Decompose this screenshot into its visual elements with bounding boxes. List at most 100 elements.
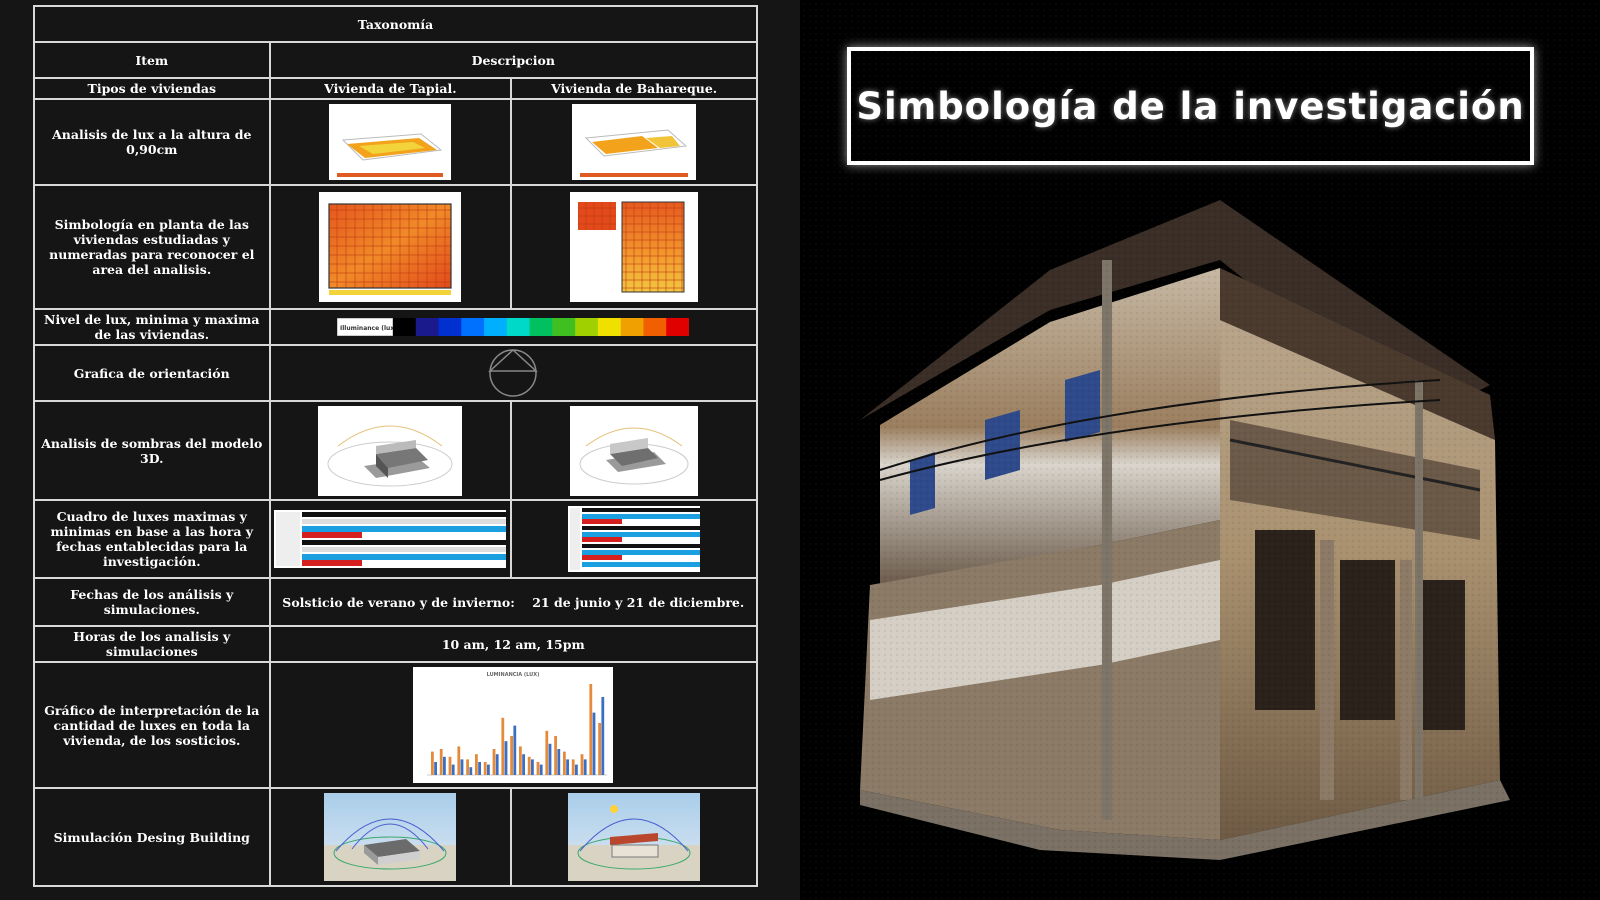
- legend-swatch: [461, 318, 485, 336]
- mini-bar: [592, 712, 596, 775]
- mini-bar: [601, 697, 605, 775]
- legend-swatch: [575, 318, 599, 336]
- lux-color-legend: Illuminance (lux): [337, 318, 690, 336]
- mini-bar: [531, 759, 535, 775]
- legend-swatch: [620, 318, 645, 336]
- row-label-sombras: Analisis de sombras del modelo 3D.: [33, 400, 271, 501]
- mini-bar: [557, 749, 561, 775]
- mini-bar: [460, 759, 464, 775]
- legend-swatch: [438, 318, 463, 336]
- mini-bar: [434, 762, 438, 775]
- mini-bar: [572, 759, 575, 775]
- lux-summary-table-tapial: [274, 510, 507, 568]
- row-label-fechas: Fechas de los análisis y simulaciones.: [33, 577, 271, 627]
- mini-bar: [540, 764, 543, 775]
- mini-bar: [504, 741, 508, 775]
- table-header-row: Taxonomía: [33, 5, 758, 43]
- table-row: Tipos de viviendas Vivienda de Tapial. V…: [33, 77, 758, 100]
- table-columns-row: Item Descripcion: [33, 41, 759, 79]
- row-label-tipos: Tipos de viviendas: [33, 77, 271, 100]
- mini-bar: [519, 746, 523, 775]
- mini-bar: [589, 684, 593, 775]
- table-row: Cuadro de luxes maximas y minimas en bas…: [33, 499, 758, 579]
- mini-bar: [478, 762, 482, 775]
- legend-swatch: [484, 318, 508, 336]
- page-title: Simbología de la investigación: [856, 84, 1525, 128]
- mini-bar: [563, 751, 567, 775]
- table-row: Gráfico de interpretación de la cantidad…: [33, 661, 759, 789]
- mini-bar: [598, 723, 602, 775]
- legend-swatch: [507, 318, 531, 336]
- row-label-lux: Analisis de lux a la altura de 0,90cm: [33, 98, 271, 186]
- fechas-value: Solsticio de verano y de invierno: 21 de…: [268, 577, 759, 627]
- row-label-nivel: Nivel de lux, minima y maxima de las viv…: [33, 308, 271, 346]
- shadow-model-image-tapial: [318, 405, 463, 496]
- table-title: Taxonomía: [33, 5, 758, 43]
- taxonomy-table: Taxonomía Item Descripcion Tipos de vivi…: [33, 5, 759, 887]
- table-row: Simulación Desing Building: [33, 787, 758, 887]
- mini-bar: [513, 725, 517, 775]
- designbuilder-sim-bahareque: [568, 793, 701, 881]
- row-label-planta: Simbología en planta de las viviendas es…: [33, 184, 271, 310]
- lux-analysis-image-tapial: [329, 104, 452, 180]
- mini-bar: [448, 756, 452, 775]
- orientation-compass-icon: [488, 348, 539, 397]
- mini-bar: [475, 754, 479, 775]
- mini-bar: [566, 759, 570, 775]
- legend-label: Illuminance (lux): [340, 325, 397, 332]
- mini-bar: [484, 762, 487, 775]
- legend-swatch: [552, 318, 576, 336]
- designbuilder-sim-tapial: [324, 793, 457, 881]
- mini-bar: [510, 736, 514, 775]
- mini-bar: [501, 717, 505, 775]
- mini-bar: [575, 764, 579, 775]
- table-row: Analisis de lux a la altura de 0,90cm: [33, 98, 758, 186]
- row-label-cuadro: Cuadro de luxes maximas y minimas en bas…: [33, 499, 271, 579]
- shadow-model-image-bahareque: [570, 405, 699, 496]
- mini-bar: [492, 749, 496, 775]
- legend-swatch: [666, 318, 690, 336]
- tipo-bahareque: Vivienda de Bahareque.: [510, 77, 758, 100]
- mini-bar: [554, 736, 558, 775]
- mini-bar: [522, 754, 526, 775]
- row-label-orientacion: Grafica de orientación: [33, 344, 271, 402]
- plan-heatmap-tapial: [319, 192, 462, 302]
- table-row: Horas de los analisis y simulaciones 10 …: [33, 625, 759, 663]
- legend-swatch: [598, 318, 622, 336]
- mini-bar: [440, 749, 443, 775]
- table-row: Fechas de los análisis y simulaciones. S…: [33, 577, 759, 627]
- mini-bar: [528, 756, 531, 775]
- legend-swatch: [529, 318, 554, 336]
- mini-bar: [536, 762, 540, 775]
- mini-bar: [466, 759, 470, 775]
- mini-bar: [457, 746, 461, 775]
- lux-image-tapial-cell: [268, 98, 513, 186]
- row-label-simulacion: Simulación Desing Building: [33, 787, 271, 887]
- lux-analysis-image-bahareque: [572, 104, 697, 180]
- lux-summary-table-bahareque: [568, 506, 701, 572]
- column-item-header: Item: [33, 41, 271, 79]
- tipo-tapial: Vivienda de Tapial.: [268, 77, 513, 100]
- table-row: Grafica de orientación: [33, 344, 759, 402]
- mini-bar: [545, 730, 549, 775]
- row-label-horas: Horas de los analisis y simulaciones: [33, 625, 271, 663]
- mini-bar: [496, 754, 499, 775]
- mini-bar: [469, 767, 473, 775]
- title-box: Simbología de la investigación: [847, 47, 1534, 165]
- row-label-grafico: Gráfico de interpretación de la cantidad…: [33, 661, 271, 789]
- table-row: Analisis de sombras del modelo 3D.: [33, 400, 758, 501]
- legend-swatch: [416, 318, 440, 336]
- table-row: Nivel de lux, minima y maxima de las viv…: [33, 308, 759, 346]
- plan-heatmap-bahareque: [570, 192, 699, 302]
- mini-bar: [487, 764, 491, 775]
- column-description-header: Descripcion: [268, 41, 759, 79]
- mini-bar: [443, 756, 447, 775]
- mini-bar: [452, 764, 455, 775]
- lux-bar-chart-image: LUMINANCIA (LUX): [413, 667, 614, 783]
- table-row: Simbología en planta de las viviendas es…: [33, 184, 758, 310]
- legend-swatch: [393, 318, 417, 336]
- legend-swatch: [643, 318, 667, 336]
- lux-image-bahareque-cell: [510, 98, 758, 186]
- chart-image-title: LUMINANCIA (LUX): [487, 672, 540, 678]
- mini-bar: [431, 751, 435, 775]
